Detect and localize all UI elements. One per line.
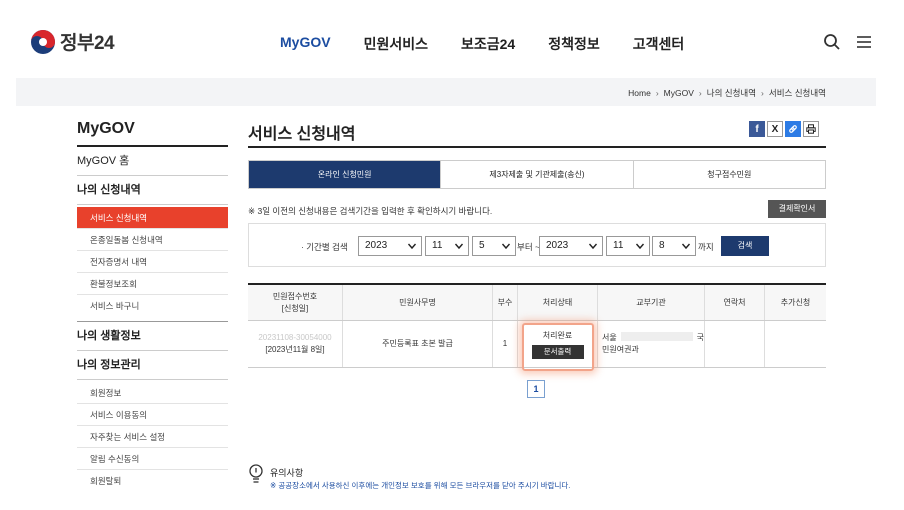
caution-text: ※ 공공장소에서 사용하신 이후에는 개인정보 보호를 위해 모든 브라우저를 … [270, 481, 571, 490]
header-receipt-no: 민원접수번호 [신청일] [248, 285, 343, 320]
sidebar-group-info-management[interactable]: 나의 정보관리 [77, 351, 228, 380]
link-icon [789, 125, 797, 133]
sidebar-item-notification-consent[interactable]: 알림 수신동의 [77, 448, 228, 470]
to-suffix: 까지 [698, 242, 714, 252]
nav-mygov[interactable]: MyGOV [280, 34, 331, 54]
breadcrumb-bar: Home › MyGOV › 나의 신청내역 › 서비스 신청내역 [16, 78, 876, 106]
sidebar: MyGOV MyGOV 홈 나의 신청내역 서비스 신청내역 온종일돌봄 신청내… [77, 120, 228, 510]
from-day-select[interactable]: 5 [472, 236, 516, 256]
table-header-row: 민원접수번호 [신청일] 민원사무명 부수 처리상태 교부기관 연락처 추가신청 [248, 285, 826, 321]
nav-customer-center[interactable]: 고객센터 [633, 34, 685, 54]
sidebar-item-refund-info[interactable]: 환불정보조회 [77, 273, 228, 295]
title-divider [248, 146, 826, 148]
chevron-down-icon [681, 243, 691, 250]
receipt-number[interactable]: 20231108-30054000 [258, 332, 331, 344]
chevron-down-icon [454, 243, 464, 250]
nav-policy-info[interactable]: 정책정보 [548, 34, 600, 54]
site-logo[interactable]: 정부24 [30, 28, 115, 55]
chevron-down-icon [407, 243, 417, 250]
main-content: 서비스 신청내역 f X 온라인 신청민원 제3자제출 및 기관제출(송신) 청… [248, 120, 826, 398]
nav-subsidy24[interactable]: 보조금24 [461, 34, 515, 54]
nav-civil-service[interactable]: 민원서비스 [364, 34, 428, 54]
taegeuk-logo-icon [31, 29, 55, 54]
tab-third-party-submission[interactable]: 제3자제출 및 기관제출(송신) [441, 161, 634, 188]
chevron-down-icon [635, 243, 645, 250]
link-copy-icon[interactable] [785, 121, 801, 137]
logo-text: 정부24 [60, 33, 115, 54]
cell-affair-name: 주민등록표 초본 발급 [343, 321, 493, 367]
print-icon[interactable] [803, 121, 819, 137]
sidebar-item-favorite-services[interactable]: 자주찾는 서비스 설정 [77, 426, 228, 448]
status-highlight [522, 323, 594, 371]
chevron-right-icon: › [698, 88, 702, 98]
menu-icon[interactable] [855, 33, 873, 51]
sidebar-item-care-applications[interactable]: 온종일돌봄 신청내역 [77, 229, 228, 251]
search-icon[interactable] [823, 33, 841, 51]
header-extra-request: 추가신청 [780, 297, 811, 307]
sidebar-submenu-applications: 서비스 신청내역 온종일돌봄 신청내역 전자증명서 내역 환불정보조회 서비스 … [77, 205, 228, 322]
application-tabs: 온라인 신청민원 제3자제출 및 기관제출(송신) 청구접수민원 [248, 160, 826, 189]
header-count: 부수 [493, 285, 518, 320]
to-month-select[interactable]: 11 [606, 236, 650, 256]
sidebar-item-member-info[interactable]: 회원정보 [77, 382, 228, 404]
tab-online-applications[interactable]: 온라인 신청민원 [249, 161, 442, 188]
period-search-button[interactable]: 검색 [721, 236, 769, 256]
period-search-box: · 기간별 검색 2023 11 5 부터 ~ 2023 11 8 까지 검색 [248, 223, 826, 267]
facebook-share-icon[interactable]: f [749, 121, 765, 137]
sidebar-group-life-info[interactable]: 나의 생활정보 [77, 322, 228, 351]
sidebar-title: MyGOV [77, 120, 228, 147]
sidebar-group-applications[interactable]: 나의 신청내역 [77, 176, 228, 205]
cell-contact [705, 321, 765, 367]
sidebar-submenu-info-management: 회원정보 서비스 이용동의 자주찾는 서비스 설정 알림 수신동의 회원탈퇴 [77, 380, 228, 496]
sidebar-item-mygov-home[interactable]: MyGOV 홈 [77, 147, 228, 176]
header-agency: 교부기관 [598, 285, 705, 320]
chevron-right-icon: › [761, 88, 764, 98]
header-affair-name: 민원사무명 [343, 285, 493, 320]
breadcrumb-my-applications[interactable]: 나의 신청내역 [707, 87, 756, 99]
caution-title: 유의사항 [270, 468, 304, 478]
cell-receipt-no: 20231108-30054000 [2023년11월 8일] [248, 321, 343, 367]
sidebar-item-service-basket[interactable]: 서비스 바구니 [77, 295, 228, 317]
search-period-notice: ※ 3일 이전의 신청내용은 검색기간을 입력한 후 확인하시기 바랍니다. [248, 206, 493, 216]
tab-claim-receipt[interactable]: 청구접수민원 [634, 161, 825, 188]
page-title: 서비스 신청내역 [248, 126, 356, 143]
from-year-select[interactable]: 2023 [358, 236, 422, 256]
cell-extra-request [765, 321, 826, 367]
site-header: 정부24 MyGOV 민원서비스 보조금24 정책정보 고객센터 [0, 0, 904, 78]
sidebar-item-service-consent[interactable]: 서비스 이용동의 [77, 404, 228, 426]
sidebar-item-e-certificates[interactable]: 전자증명서 내역 [77, 251, 228, 273]
main-nav: MyGOV 민원서비스 보조금24 정책정보 고객센터 [280, 34, 717, 54]
x-share-icon[interactable]: X [767, 121, 783, 137]
breadcrumb: Home › MyGOV › 나의 신청내역 › 서비스 신청내역 [628, 87, 826, 99]
printer-icon [806, 124, 816, 134]
breadcrumb-home[interactable]: Home [628, 88, 651, 98]
period-search-label: · 기간별 검색 [301, 242, 348, 252]
to-day-select[interactable]: 8 [652, 236, 696, 256]
breadcrumb-mygov[interactable]: MyGOV [664, 88, 694, 98]
chevron-right-icon: › [655, 88, 659, 98]
pagination-page-1[interactable]: 1 [527, 380, 545, 398]
sidebar-item-service-applications[interactable]: 서비스 신청내역 [77, 207, 228, 229]
cell-agency: 서울 국 민원여권과 [598, 321, 705, 367]
header-status: 처리상태 [518, 285, 598, 320]
breadcrumb-service-applications[interactable]: 서비스 신청내역 [769, 87, 826, 99]
chevron-down-icon [501, 243, 511, 250]
lightbulb-icon [249, 464, 263, 483]
payment-receipt-button[interactable]: 결제확인서 [768, 200, 826, 218]
from-month-select[interactable]: 11 [425, 236, 469, 256]
redacted-text [620, 332, 693, 341]
to-year-select[interactable]: 2023 [539, 236, 603, 256]
from-suffix: 부터 ~ [517, 242, 540, 252]
share-tools: f X [749, 121, 819, 137]
cell-count: 1 [493, 321, 518, 367]
apply-date: [2023년11월 8일] [265, 345, 325, 354]
chevron-down-icon [588, 243, 598, 250]
header-contact: 연락처 [705, 285, 765, 320]
sidebar-item-withdraw[interactable]: 회원탈퇴 [77, 470, 228, 492]
